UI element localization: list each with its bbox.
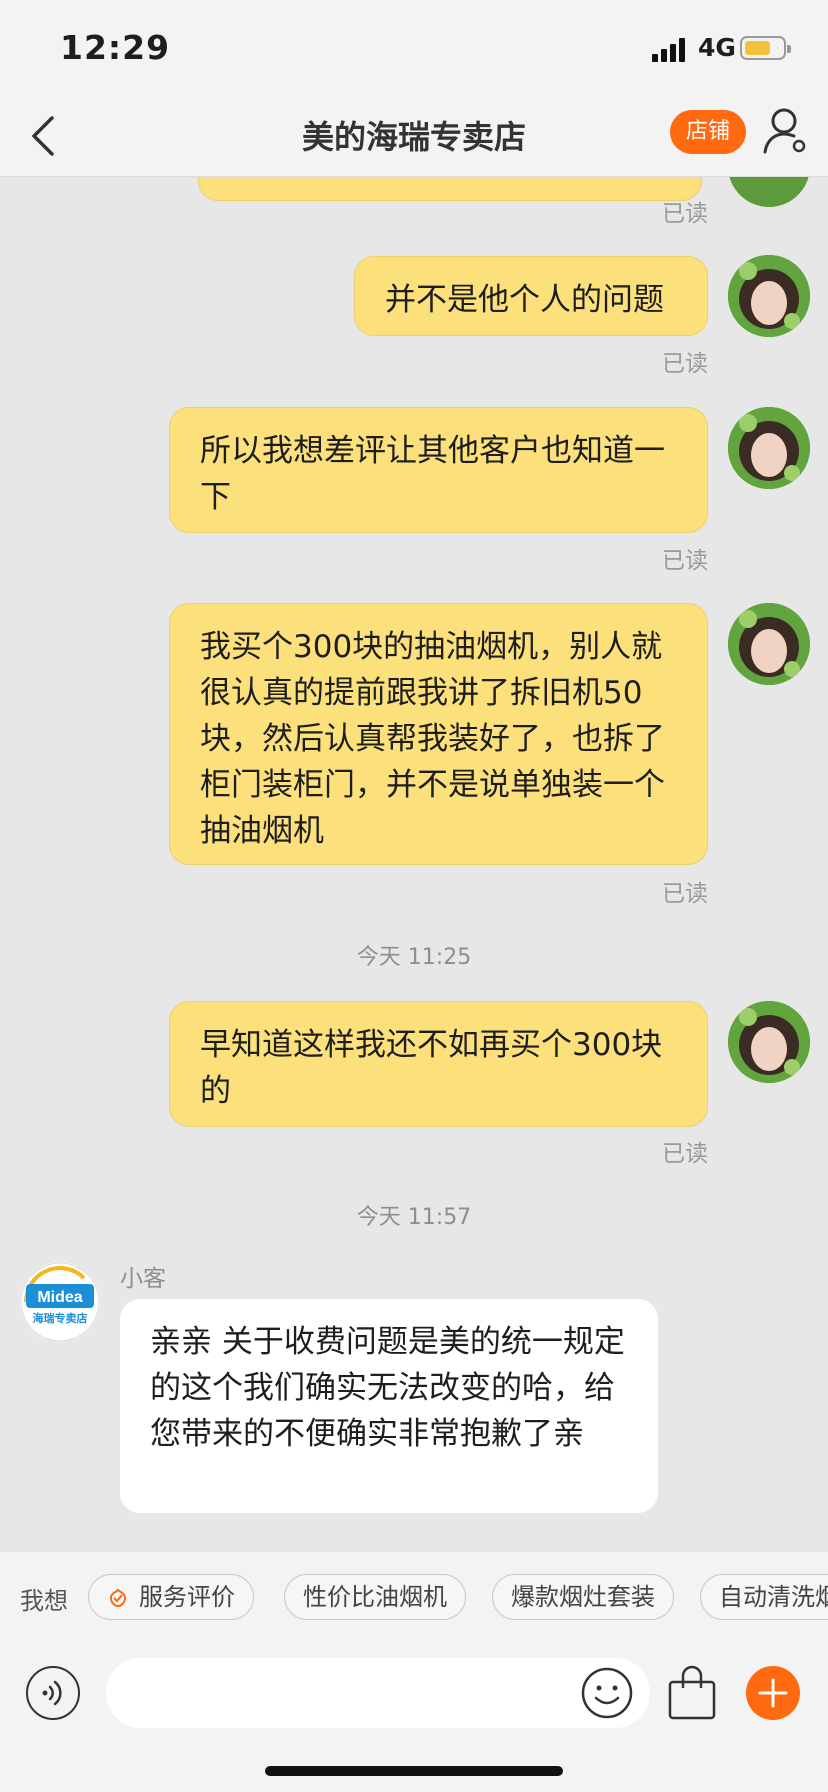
service-review-icon [109, 1588, 127, 1608]
brand-logo-text: Midea [37, 1289, 82, 1306]
page-title: 美的海瑞专卖店 [301, 118, 526, 156]
shop-avatar[interactable]: Midea 海瑞专卖店 [20, 1262, 100, 1342]
status-bar: 12:29 4G [0, 0, 828, 96]
suggestion-label: 我想 [20, 1587, 68, 1615]
chip-value-hood[interactable]: 性价比油烟机 [284, 1574, 466, 1620]
read-receipt: 已读 [662, 351, 708, 377]
avatar[interactable] [728, 1001, 810, 1083]
chip-label: 性价比油烟机 [303, 1583, 447, 1611]
sender-name: 小客 [120, 1266, 166, 1292]
chat-area[interactable]: 已读 并不是他个人的问题 已读 所以我想差评让其他客户也知道一下 已读 我买个3… [0, 177, 828, 1552]
back-arrow-icon[interactable] [22, 112, 70, 160]
chip-auto-clean[interactable]: 自动清洗烟 [700, 1574, 828, 1620]
read-receipt: 已读 [662, 548, 708, 574]
message-input[interactable] [106, 1658, 650, 1728]
read-receipt: 已读 [662, 1141, 708, 1167]
more-button[interactable] [746, 1666, 800, 1720]
chip-label: 自动清洗烟 [719, 1583, 828, 1611]
battery-icon [740, 36, 791, 60]
avatar[interactable] [728, 603, 810, 685]
message-text: 我买个300块的抽油烟机，别人就很认真的提前跟我讲了拆旧机50块，然后认真帮我装… [200, 629, 665, 849]
input-bar [0, 1642, 828, 1792]
message-text: 并不是他个人的问题 [385, 282, 664, 318]
emoji-icon[interactable] [580, 1666, 634, 1720]
message-text: 亲亲 关于收费问题是美的统一规定的这个我们确实无法改变的哈，给您带来的不便确实非… [150, 1324, 625, 1452]
voice-icon [42, 1680, 62, 1706]
network-type: 4G [698, 33, 736, 62]
suggestion-bar: 我想 服务评价 性价比油烟机 爆款烟灶套装 自动清洗烟 [0, 1552, 828, 1642]
chip-service-review[interactable]: 服务评价 [88, 1574, 254, 1620]
timestamp: 今天 11:25 [356, 945, 472, 970]
user-settings-icon[interactable] [762, 106, 808, 156]
message-bubble-outgoing[interactable]: 并不是他个人的问题 [354, 256, 708, 336]
shopping-bag-icon[interactable] [664, 1664, 720, 1722]
nav-bar: 美的海瑞专卖店 店铺 [0, 96, 828, 177]
chip-hot-combo[interactable]: 爆款烟灶套装 [492, 1574, 674, 1620]
timestamp: 今天 11:57 [356, 1205, 472, 1230]
avatar[interactable] [728, 407, 810, 489]
shop-button[interactable]: 店铺 [670, 110, 746, 154]
read-receipt: 已读 [662, 201, 708, 227]
message-text: 所以我想差评让其他客户也知道一下 [200, 433, 665, 515]
message-bubble-outgoing[interactable]: 所以我想差评让其他客户也知道一下 [169, 407, 708, 533]
read-receipt: 已读 [662, 881, 708, 907]
chip-label: 爆款烟灶套装 [511, 1583, 655, 1611]
message-bubble-outgoing[interactable]: 我买个300块的抽油烟机，别人就很认真的提前跟我讲了拆旧机50块，然后认真帮我装… [169, 603, 708, 865]
voice-button[interactable] [26, 1666, 80, 1720]
store-logo-text: 海瑞专卖店 [33, 1311, 88, 1325]
avatar[interactable] [728, 177, 810, 207]
status-time: 12:29 [60, 28, 171, 67]
message-text: 早知道这样我还不如再买个300块的 [200, 1027, 663, 1109]
chip-label: 服务评价 [139, 1583, 235, 1611]
message-bubble-incoming[interactable]: 亲亲 关于收费问题是美的统一规定的这个我们确实无法改变的哈，给您带来的不便确实非… [120, 1299, 658, 1513]
home-indicator [265, 1766, 563, 1776]
plus-icon [758, 1678, 788, 1708]
signal-icon [652, 38, 690, 62]
avatar[interactable] [728, 255, 810, 337]
message-bubble-partial[interactable] [198, 177, 702, 201]
message-bubble-outgoing[interactable]: 早知道这样我还不如再买个300块的 [169, 1001, 708, 1127]
